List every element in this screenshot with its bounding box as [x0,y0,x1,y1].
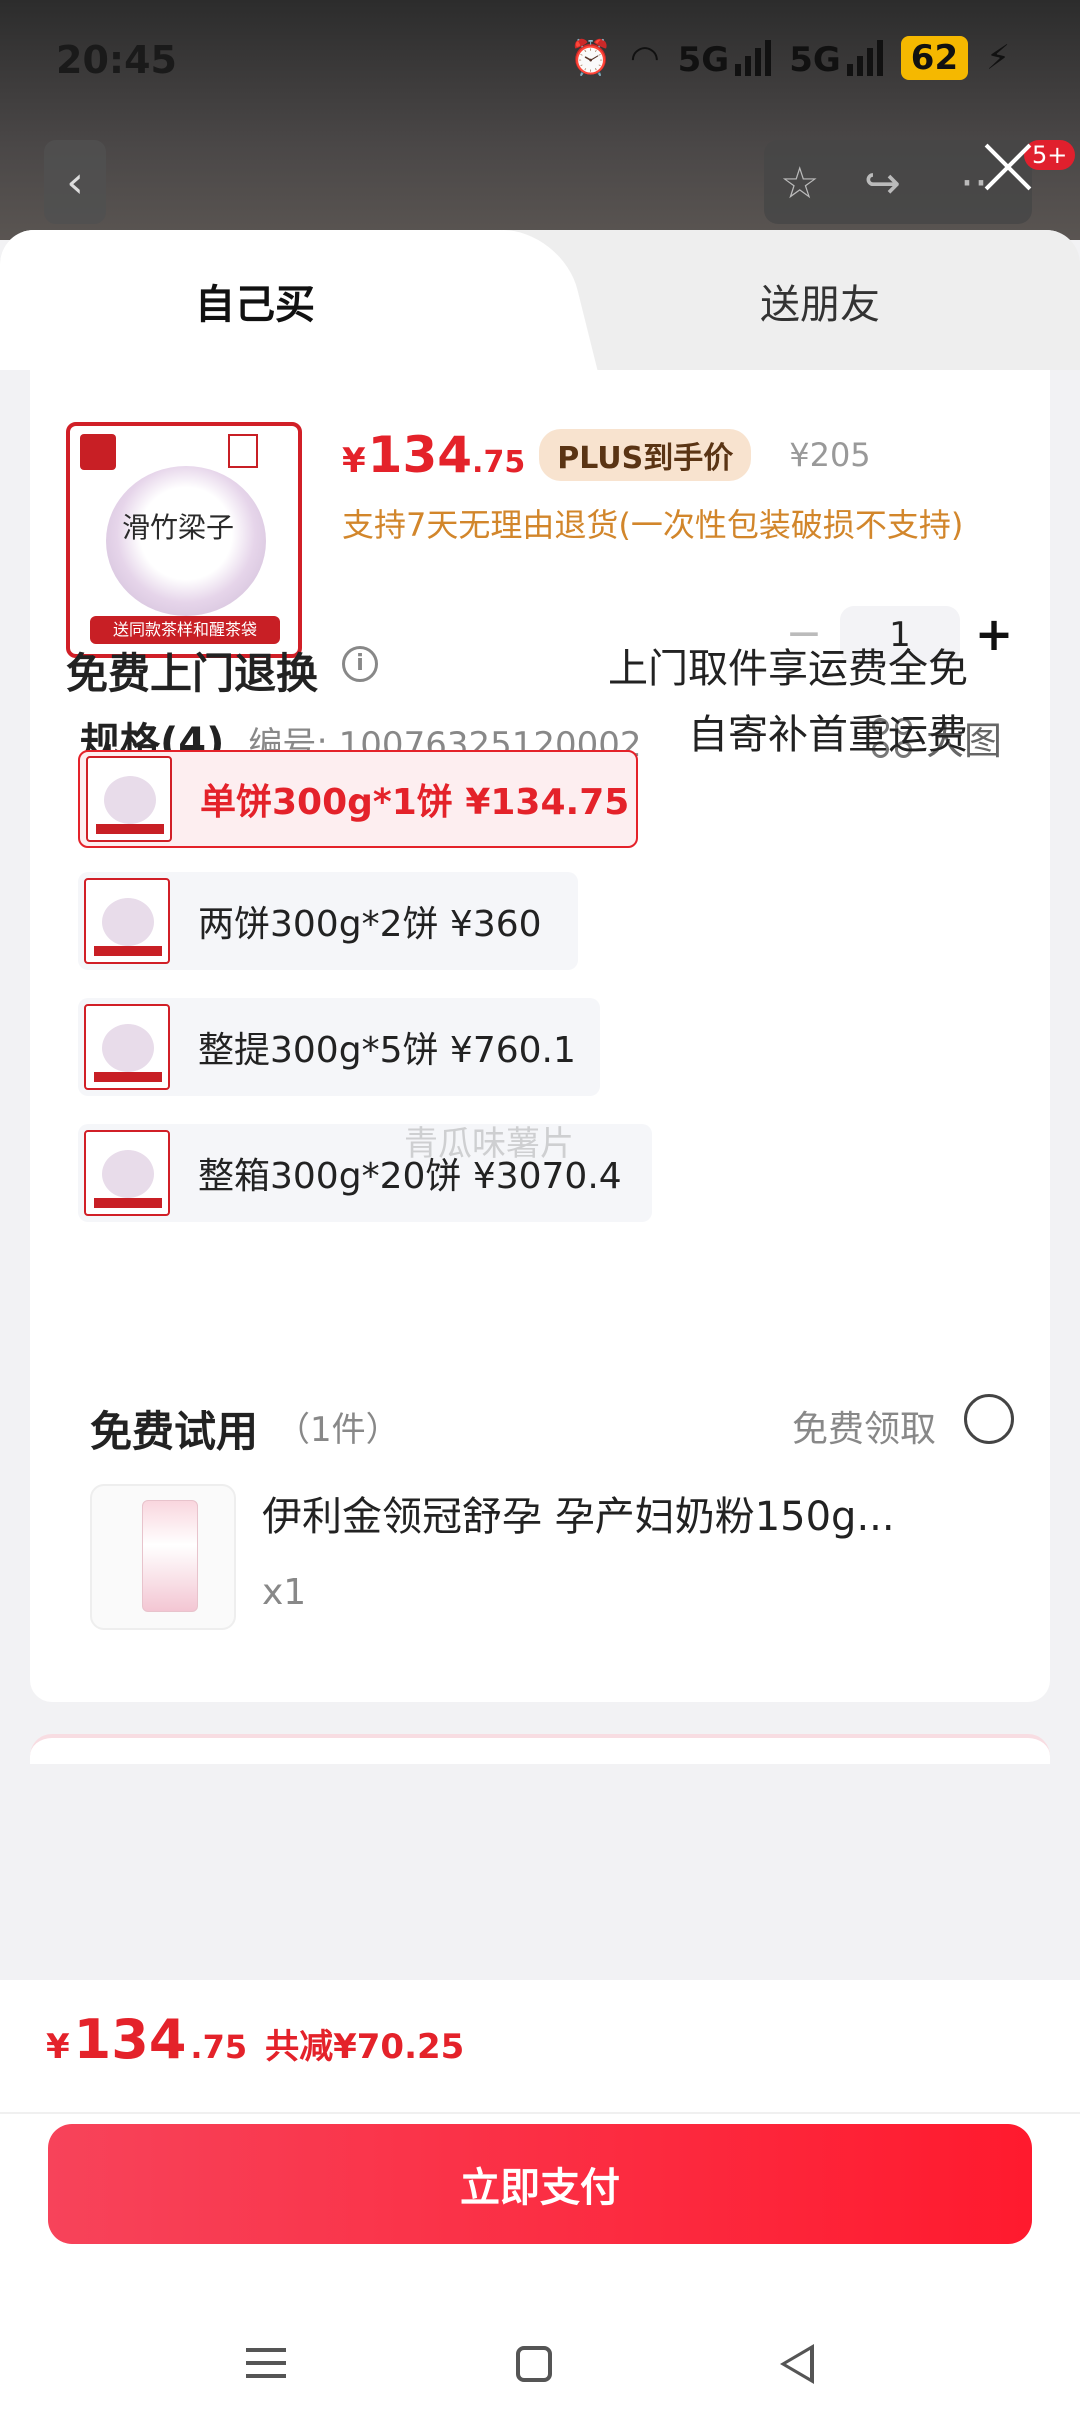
alarm-icon: ⏰ [569,38,612,78]
trial-card: 免费试用 （1件） 免费领取 伊利金领冠舒孕 孕产妇奶粉150g... x1 [30,1320,1050,1702]
trial-item-image[interactable] [90,1484,236,1630]
price-row: ¥ 134 .75 PLUS到手价 ¥205 [342,426,871,484]
brand-logo [80,434,116,470]
spec-thumbnail [84,878,170,964]
tab-bar: 自己买 送朋友 [0,230,1080,370]
spec-thumbnail [84,1004,170,1090]
product-image[interactable]: 滑竹梁子 送同款茶样和醒茶袋 [66,422,302,658]
trial-item-name[interactable]: 伊利金领冠舒孕 孕产妇奶粉150g... [262,1484,895,1542]
status-time: 20:45 [56,38,177,82]
nav-back-icon[interactable] [780,2344,814,2384]
trial-item-qty: x1 [262,1572,307,1613]
network-label: 5G [677,40,730,80]
status-icons: ⏰ ◠ 5G 5G 62 ⚡ [570,36,1010,80]
plus-price-badge: PLUS到手价 [539,429,752,481]
spec-thumbnail [84,1130,170,1216]
total-symbol: ¥ [46,2027,70,2067]
home-icon[interactable] [516,2346,552,2382]
refund-title: 免费上门退换 [66,649,319,698]
signal-icon: 5G [789,40,883,80]
trial-count: （1件） [276,1410,400,1450]
product-image-title: 滑竹梁子 [122,511,235,544]
wifi-icon: ◠ [629,38,660,78]
divider [0,2112,1080,2114]
spec-option[interactable]: 单饼300g*1饼 ¥134.75 [78,750,638,848]
brand-seal [228,434,258,468]
return-policy: 支持7天无理由退货(一次性包装破损不支持) [342,506,964,544]
trial-title: 免费试用 [90,1407,259,1456]
original-price: ¥205 [789,436,871,474]
info-icon[interactable]: i [342,646,378,682]
total-decimal: .75 [190,2028,248,2066]
spec-option-label: 整提300g*5饼 ¥760.1 [198,1030,576,1071]
status-bar: 20:45 ⏰ ◠ 5G 5G 62 ⚡ [0,0,1080,120]
discount-total: 共减¥70.25 [265,2027,465,2067]
battery-level: 62 [900,36,969,80]
next-card [30,1734,1050,1764]
pay-now-button[interactable]: 立即支付 [48,2124,1032,2244]
close-icon[interactable] [980,138,1036,194]
spec-option-label: 两饼300g*2饼 ¥360 [198,904,542,945]
refund-line-1: 上门取件享运费全免 [608,646,968,692]
spec-thumbnail [86,756,172,842]
trial-get-label: 免费领取 [791,1409,936,1450]
radio-icon[interactable] [964,1394,1014,1444]
tab-self-buy[interactable]: 自己买 [195,272,315,330]
watermark: 青瓜味薯片 [404,1124,574,1164]
charging-icon: ⚡ [986,38,1010,78]
spec-option[interactable]: 两饼300g*2饼 ¥360 [78,872,578,970]
increase-button[interactable]: + [966,606,1022,664]
back-icon[interactable]: ‹ [44,140,106,224]
spec-option-label: 单饼300g*1饼 ¥134.75 [200,782,630,823]
network-label: 5G [789,40,841,80]
total-integer: 134 [73,2008,187,2071]
share-icon[interactable]: ↪ [864,158,901,209]
signal-icon: 5G [678,40,772,80]
price-integer: 134 [367,426,473,484]
system-nav-bar [0,2290,1080,2412]
total-price: ¥ 134 .75 共减¥70.25 [46,2008,464,2071]
menu-icon[interactable] [246,2348,286,2387]
refund-line-2: 自寄补首重运费 [688,712,968,758]
spec-option[interactable]: 整提300g*5饼 ¥760.1 [78,998,600,1096]
price-decimal: .75 [472,445,526,480]
star-icon[interactable]: ☆ [780,158,819,209]
tab-gift[interactable]: 送朋友 [760,272,880,330]
price-symbol: ¥ [342,441,366,481]
